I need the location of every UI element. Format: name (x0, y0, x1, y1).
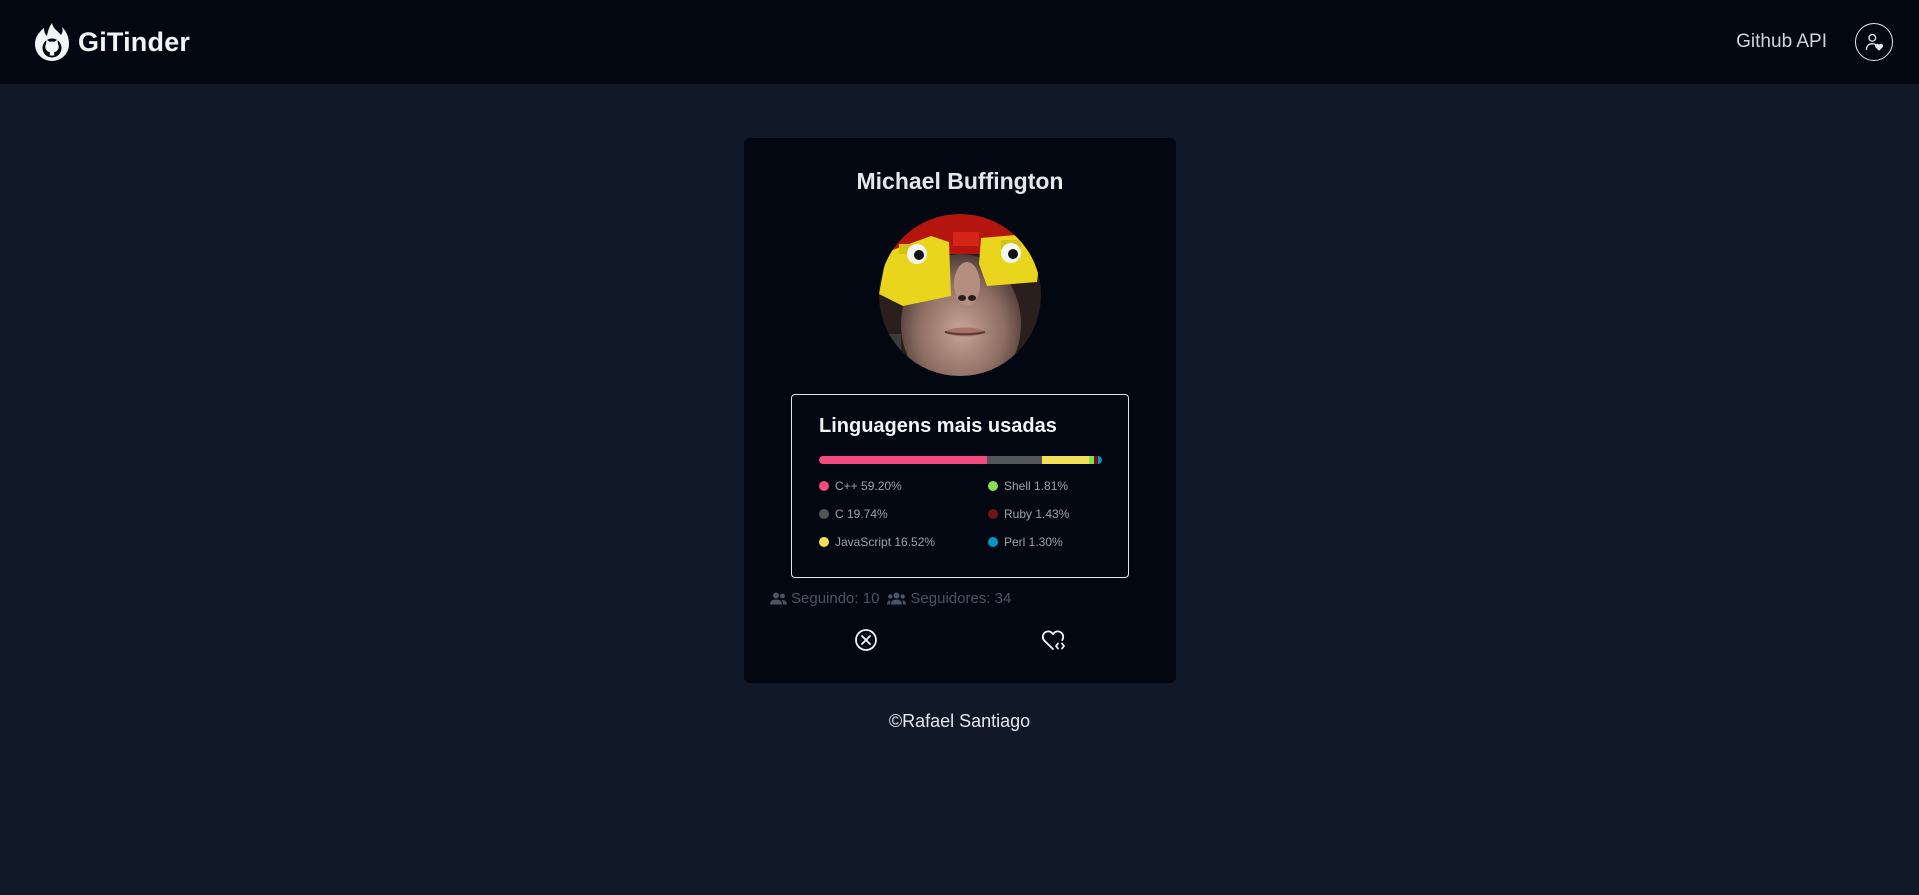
language-bar-segment-c- (819, 456, 987, 464)
language-bar-segment-javascript (1042, 456, 1090, 464)
users-icon (887, 592, 907, 605)
language-color-dot (988, 509, 998, 519)
followers-stat: Seguidores: 34 (887, 590, 1011, 607)
language-item: C 19.74% (819, 507, 888, 521)
language-label: Ruby 1.43% (1004, 507, 1070, 521)
language-label: Perl 1.30% (1004, 535, 1063, 549)
language-label: C 19.74% (835, 507, 888, 521)
language-color-dot (819, 537, 829, 547)
avatar (879, 214, 1041, 376)
following-stat: Seguindo: 10 (770, 590, 879, 607)
language-item: C++ 59.20% (819, 479, 902, 493)
reject-button[interactable] (853, 627, 879, 653)
flame-octocat-logo-icon (35, 23, 69, 61)
language-item: Shell 1.81% (988, 479, 1068, 493)
brand-name: GiTinder (78, 26, 191, 57)
language-color-dot (819, 481, 829, 491)
navbar: GiTinder Github API (0, 0, 1919, 84)
language-label: C++ 59.20% (835, 479, 902, 493)
language-item: Ruby 1.43% (988, 507, 1069, 521)
profile-name: Michael Buffington (856, 168, 1064, 194)
stats-row: Seguindo: 10 Seguidores: 34 (770, 590, 1011, 607)
language-item: JavaScript 16.52% (819, 535, 935, 549)
github-api-link[interactable]: Github API (1736, 31, 1827, 53)
languages-bar (819, 456, 1102, 464)
user-friends-icon (770, 592, 787, 605)
language-color-dot (988, 537, 998, 547)
language-label: JavaScript 16.52% (835, 535, 936, 549)
language-color-dot (988, 481, 998, 491)
profile-card: Michael Buffington Linguagens mais usada… (744, 138, 1176, 683)
profile-button[interactable] (1855, 23, 1893, 61)
following-label: Seguindo: 10 (791, 590, 880, 607)
language-item: Perl 1.30% (988, 535, 1063, 549)
language-bar-segment-perl (1098, 456, 1102, 464)
navbar-right: Github API (1736, 23, 1893, 61)
footer-credit: ©Rafael Santiago (888, 711, 1031, 731)
languages-list: C++ 59.20% C 19.74% JavaScript 16.52% Shell… (819, 479, 1109, 569)
heart-code-icon (1041, 630, 1065, 650)
language-label: Shell 1.81% (1004, 479, 1069, 493)
languages-title: Linguagens mais usadas (819, 415, 1057, 437)
languages-panel: Linguagens mais usadas C++ 59.20% C 19.74… (791, 394, 1129, 578)
followers-label: Seguidores: 34 (910, 590, 1012, 607)
like-button[interactable] (1041, 627, 1067, 653)
language-bar-segment-c (986, 456, 1043, 464)
circle-x-icon (855, 629, 877, 651)
user-heart-icon (1865, 33, 1884, 51)
language-color-dot (819, 509, 829, 519)
brand-link[interactable]: GiTinder (34, 22, 190, 62)
